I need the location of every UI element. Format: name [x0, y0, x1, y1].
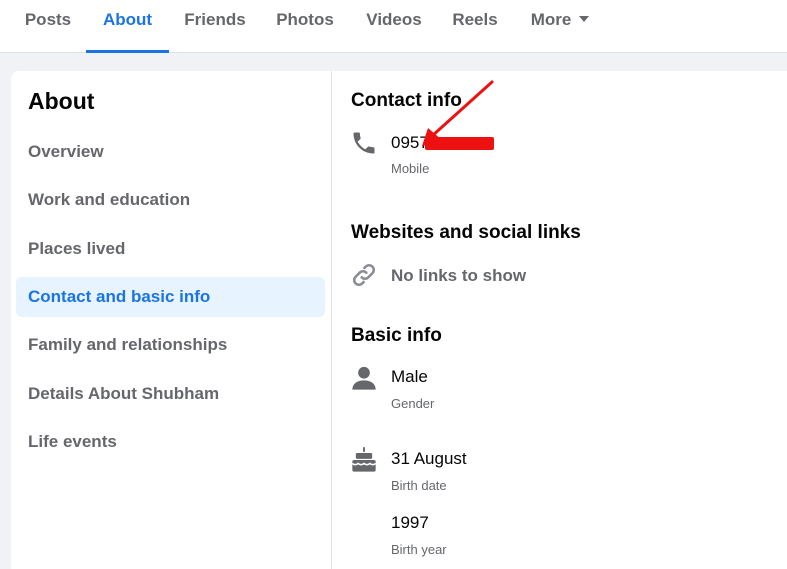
tab-label: Friends [184, 10, 246, 29]
profile-tab-bar: Posts About Friends Photos Videos Reels … [0, 0, 787, 53]
sidebar-item-details-about[interactable]: Details About Shubham [16, 374, 325, 414]
phone-icon [353, 132, 375, 154]
sidebar-item-life-events[interactable]: Life events [16, 422, 325, 462]
tab-label: More [530, 10, 572, 29]
link-icon [352, 263, 376, 287]
tab-label: About [102, 10, 153, 29]
sidebar-item-places-lived[interactable]: Places lived [16, 229, 325, 269]
phone-type-label: Mobile [391, 161, 430, 176]
tab-label: Posts [24, 10, 72, 29]
birth-year-label: Birth year [391, 542, 447, 557]
sidebar-item-overview[interactable]: Overview [16, 132, 325, 172]
gender-value: Male [391, 367, 428, 386]
sidebar-item-contact-basic-info[interactable]: Contact and basic info [16, 277, 325, 317]
tab-photos[interactable]: Photos [268, 0, 342, 53]
sidebar-item-work-education[interactable]: Work and education [16, 180, 325, 220]
tab-videos[interactable]: Videos [356, 0, 432, 53]
tab-label: Videos [366, 10, 422, 29]
tab-friends[interactable]: Friends [176, 0, 254, 53]
birth-date-value: 31 August [391, 449, 467, 468]
active-tab-indicator [86, 50, 169, 53]
basic-info-heading: Basic info [351, 325, 442, 346]
caret-down-icon [579, 16, 590, 22]
tab-reels[interactable]: Reels [446, 0, 504, 53]
birth-year-value: 1997 [391, 513, 429, 532]
tab-label: Photos [276, 10, 334, 29]
no-links-text: No links to show [391, 266, 527, 285]
cake-icon [351, 447, 377, 472]
person-icon [352, 366, 376, 390]
tab-about[interactable]: About [86, 0, 169, 53]
gender-label: Gender [391, 396, 435, 411]
sidebar-item-family-relationships[interactable]: Family and relationships [16, 325, 325, 365]
column-divider [331, 71, 332, 569]
tab-more[interactable]: More [520, 0, 600, 53]
tab-posts[interactable]: Posts [16, 0, 80, 53]
sidebar-title: About [28, 88, 95, 114]
websites-heading: Websites and social links [351, 222, 581, 243]
annotation-arrow-icon [422, 80, 494, 146]
tab-label: Reels [452, 10, 498, 29]
birth-date-label: Birth date [391, 478, 447, 493]
